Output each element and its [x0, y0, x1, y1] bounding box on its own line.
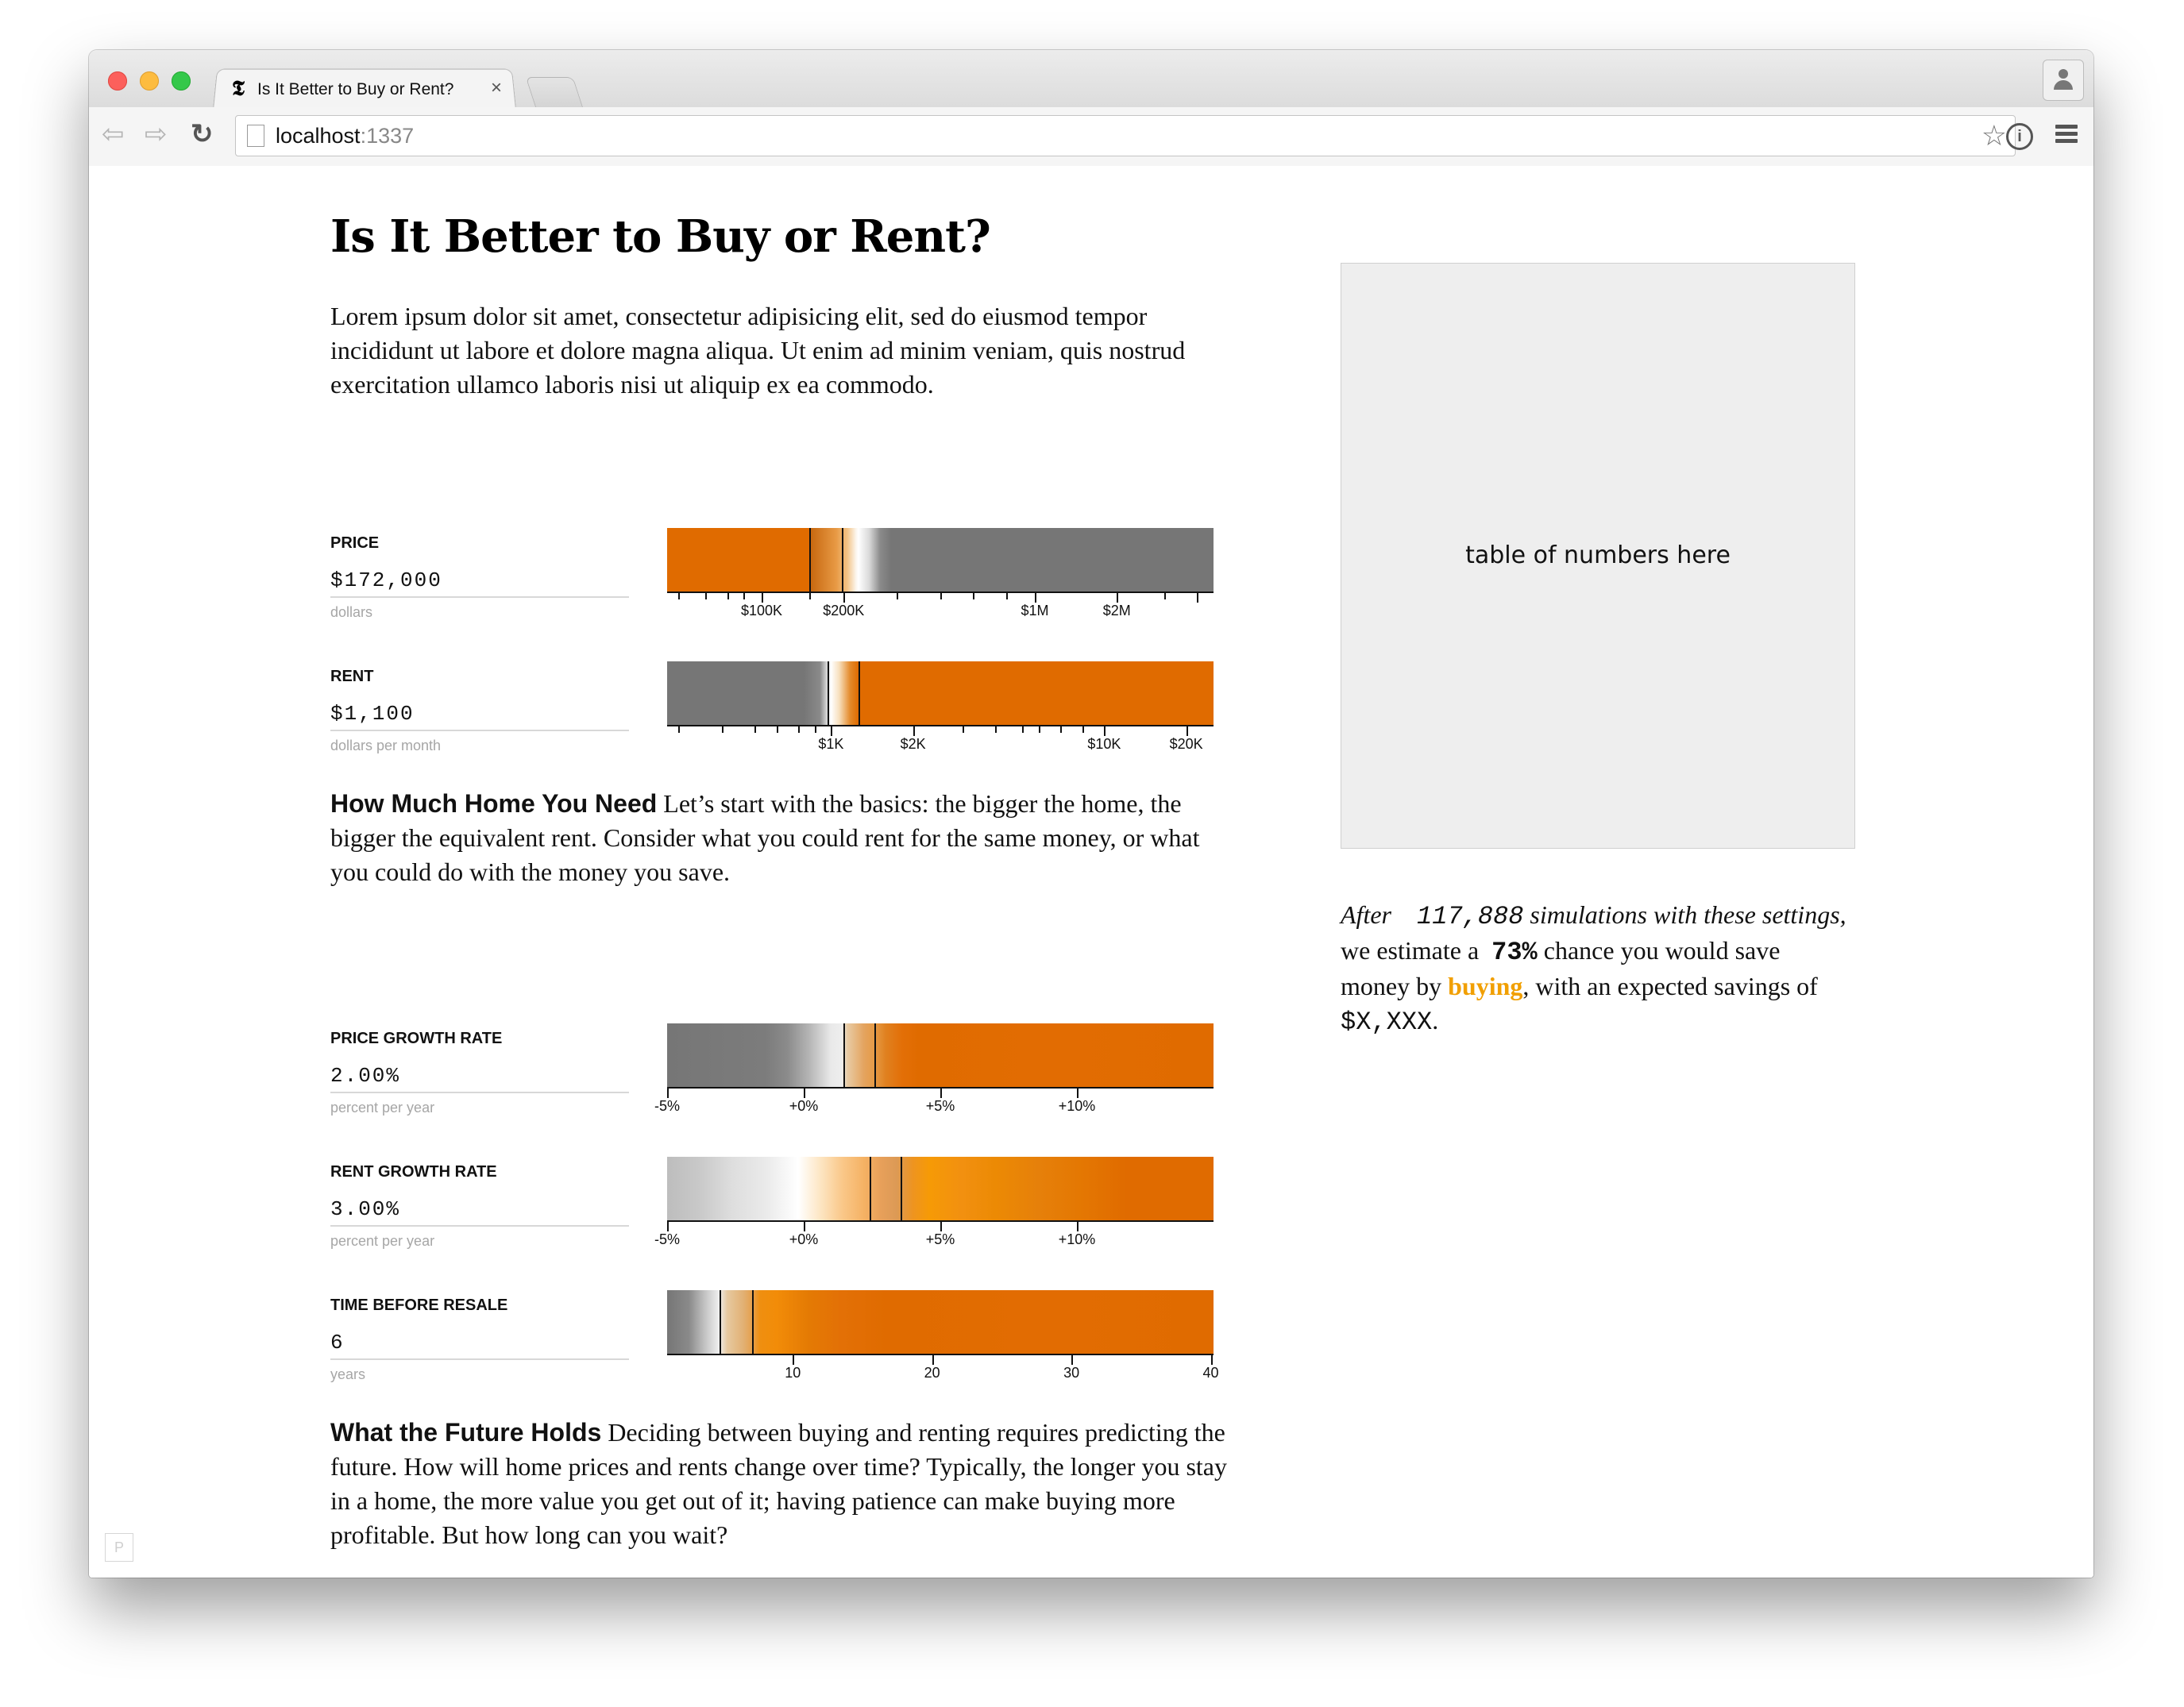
- rent-growth-slider[interactable]: [667, 1157, 1214, 1220]
- rent-growth-label: RENT GROWTH RATE: [330, 1163, 497, 1181]
- back-arrow-icon[interactable]: ⇦: [102, 118, 125, 150]
- resale-unit: years: [330, 1366, 366, 1382]
- zoom-window-button[interactable]: [172, 71, 191, 91]
- rent-tick-label: $20K: [1169, 736, 1203, 752]
- rent-tick-label: $10K: [1087, 736, 1121, 752]
- bookmark-star-icon[interactable]: ☆: [1981, 119, 2007, 152]
- price-slider[interactable]: [667, 528, 1214, 591]
- nyt-favicon-icon: 𝕿: [232, 77, 245, 101]
- rent-label: RENT: [330, 668, 374, 685]
- tab-content[interactable]: 𝕿 Is It Better to Buy or Rent? ×: [232, 72, 510, 107]
- intro-paragraph: Lorem ipsum dolor sit amet, consectetur …: [330, 302, 1186, 399]
- new-tab-button[interactable]: [525, 77, 584, 108]
- price-growth-label: PRICE GROWTH RATE: [330, 1030, 503, 1047]
- rent-growth-unit: percent per year: [330, 1233, 435, 1249]
- price-unit: dollars: [330, 604, 373, 620]
- address-bar[interactable]: localhost:1337 ☆: [235, 115, 2016, 156]
- forward-arrow-icon[interactable]: ⇨: [145, 118, 168, 150]
- price-tick-label: $100K: [740, 603, 783, 618]
- resale-marker: [720, 1290, 722, 1354]
- rent-growth-input[interactable]: 3.00%: [330, 1193, 629, 1227]
- price-label: PRICE: [330, 534, 380, 552]
- minimize-window-button[interactable]: [140, 71, 159, 91]
- price-value-marker: [842, 528, 844, 591]
- resale-tick-label: 30: [1063, 1365, 1080, 1381]
- table-placeholder-text: table of numbers here: [1465, 541, 1731, 569]
- resale-tick-label: 20: [924, 1365, 940, 1381]
- reload-icon[interactable]: ↻: [191, 118, 214, 150]
- resale-label: TIME BEFORE RESALE: [330, 1297, 508, 1314]
- rent-marker: [827, 661, 829, 725]
- rent-growth-axis: -5% +0% +5% +10%: [654, 1220, 1214, 1252]
- price-marker: [808, 528, 811, 591]
- rent-growth-tick-label: +10%: [1058, 1231, 1096, 1247]
- price-growth-input[interactable]: 2.00%: [330, 1060, 629, 1093]
- simulation-count: 117,888: [1416, 902, 1524, 931]
- rent-unit: dollars per month: [330, 738, 442, 753]
- price-control: PRICE $172,000 dollars $100K $200K $1M $…: [330, 528, 1302, 645]
- rent-value-marker: [858, 661, 860, 725]
- url-text: localhost:1337: [276, 124, 415, 148]
- menu-icon[interactable]: [2055, 125, 2078, 146]
- profile-button[interactable]: [2043, 60, 2084, 101]
- rent-growth-tick-label: +0%: [789, 1231, 819, 1247]
- rent-control: RENT $1,100 dollars per month $1K $2K $1…: [330, 661, 1302, 779]
- person-icon: [2059, 69, 2068, 79]
- resale-slider[interactable]: [667, 1290, 1214, 1354]
- price-growth-axis: -5% +0% +5% +10%: [654, 1087, 1214, 1119]
- results-table-placeholder: table of numbers here: [1341, 263, 1855, 849]
- resale-value-marker: [752, 1290, 754, 1354]
- future-heading: What the Future Holds: [330, 1418, 602, 1447]
- price-growth-tick-label: +10%: [1058, 1098, 1096, 1114]
- price-growth-slider[interactable]: [667, 1023, 1214, 1087]
- page-title: Is It Better to Buy or Rent?: [330, 210, 991, 263]
- price-tick-label: $200K: [823, 603, 865, 618]
- page-content: Is It Better to Buy or Rent? Lorem ipsum…: [89, 166, 2093, 1578]
- home-heading: How Much Home You Need: [330, 789, 658, 818]
- resale-axis: 10 20 30 40: [667, 1354, 1219, 1385]
- simulation-summary: After 117,888 simulations with these set…: [1341, 900, 1846, 1037]
- toolbar: ⇦ ⇨ ↻ localhost:1337 ☆ i: [89, 107, 2093, 167]
- close-window-button[interactable]: [108, 71, 127, 91]
- rent-growth-control: RENT GROWTH RATE 3.00% percent per year …: [330, 1157, 1302, 1274]
- price-growth-value-marker: [874, 1023, 877, 1087]
- buying-highlight: buying: [1448, 972, 1523, 1000]
- page-icon: [247, 125, 264, 147]
- price-input[interactable]: $172,000: [330, 565, 629, 598]
- future-paragraph: What the Future Holds Deciding between b…: [330, 1418, 1227, 1549]
- rent-growth-value-marker: [901, 1157, 903, 1220]
- tab-close-icon[interactable]: ×: [491, 77, 502, 99]
- price-growth-tick-label: -5%: [654, 1098, 681, 1114]
- rent-input[interactable]: $1,100: [330, 698, 629, 731]
- price-tick-label: $2M: [1102, 603, 1131, 618]
- home-paragraph: How Much Home You Need Let’s start with …: [330, 789, 1200, 886]
- price-growth-unit: percent per year: [330, 1100, 435, 1116]
- rent-axis: $1K $2K $10K $20K: [667, 725, 1214, 757]
- price-growth-control: PRICE GROWTH RATE 2.00% percent per year…: [330, 1023, 1302, 1141]
- browser-window: 𝕿 Is It Better to Buy or Rent? × ⇦ ⇨ ↻ l…: [89, 50, 2093, 1578]
- rent-tick-label: $1K: [818, 736, 844, 752]
- rent-tick-label: $2K: [900, 736, 926, 752]
- extension-info-icon[interactable]: i: [2006, 123, 2033, 150]
- buy-percent: 73%: [1491, 938, 1538, 967]
- price-growth-tick-label: +5%: [925, 1098, 955, 1114]
- resale-tick-label: 40: [1202, 1365, 1219, 1381]
- rent-growth-tick-label: +5%: [925, 1231, 955, 1247]
- rent-growth-marker: [869, 1157, 871, 1220]
- rent-slider[interactable]: [667, 661, 1214, 725]
- corner-badge[interactable]: P: [105, 1533, 133, 1562]
- resale-input[interactable]: 6: [330, 1327, 629, 1360]
- resale-tick-label: 10: [785, 1365, 801, 1381]
- title-bar: 𝕿 Is It Better to Buy or Rent? ×: [89, 50, 2093, 110]
- resale-control: TIME BEFORE RESALE 6 years 10 20 30 40: [330, 1290, 1302, 1408]
- price-axis: $100K $200K $1M $2M: [667, 591, 1214, 623]
- price-tick-label: $1M: [1021, 603, 1049, 618]
- tab-title: Is It Better to Buy or Rent?: [257, 80, 454, 98]
- expected-savings: $X,XXX: [1341, 1008, 1433, 1037]
- price-growth-tick-label: +0%: [789, 1098, 819, 1114]
- rent-growth-tick-label: -5%: [654, 1231, 681, 1247]
- price-growth-marker: [843, 1023, 845, 1087]
